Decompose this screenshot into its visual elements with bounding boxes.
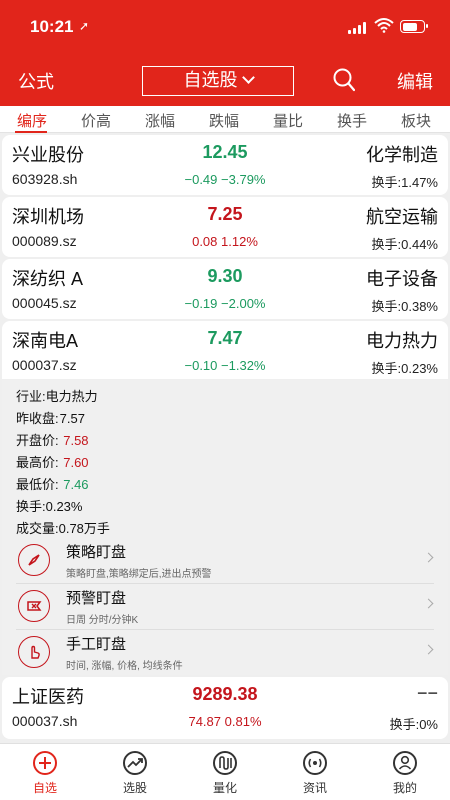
stock-change: 74.87 0.81%	[2, 714, 448, 729]
sort-bar: 编序 价高 涨幅 跌幅 量比 换手 板块	[0, 106, 450, 133]
search-icon[interactable]	[333, 68, 355, 92]
detail-low-value: 7.46	[63, 477, 89, 492]
monitor-title: 策略盯盘	[66, 544, 127, 561]
tab-stock-picker[interactable]: 选股	[90, 744, 180, 800]
tab-label: 自选	[32, 781, 57, 795]
strategy-monitor-item[interactable]: 策略盯盘 策略盯盘,策略绑定后,进出点预警	[16, 538, 434, 582]
sort-tab-loss[interactable]: 跌幅	[192, 110, 256, 131]
plus-circle-icon	[33, 751, 57, 775]
watchlist-selector[interactable]: 自选股	[142, 66, 294, 96]
stock-change-value: −0.10	[184, 358, 218, 373]
monitor-title: 预警盯盘	[66, 590, 127, 607]
detail-prev-close: 昨收盘:7.57	[16, 408, 85, 427]
stock-turnover: 换手:0.23%	[371, 361, 438, 376]
manual-monitor-item[interactable]: 手工盯盘 时间, 涨幅, 价格, 均线条件	[16, 630, 434, 674]
stock-turnover: 换手:0.38%	[371, 299, 438, 314]
detail-industry: 行业:电力热力	[16, 389, 98, 404]
tab-label: 我的	[392, 781, 417, 795]
tab-watchlist[interactable]: 自选	[0, 744, 90, 800]
stock-row[interactable]: 深圳机场 000089.sz 7.25 0.08 1.12% 航空运输 换手:0…	[2, 197, 448, 257]
tab-quant[interactable]: 量化	[180, 744, 270, 800]
status-bar: 10:21 ➚	[0, 0, 450, 50]
stock-sector: −−	[416, 683, 438, 703]
stock-sector: 电力热力	[366, 331, 438, 351]
watchlist-selector-label: 自选股	[183, 70, 238, 90]
stock-sector: 化学制造	[366, 145, 438, 165]
stock-change-value: −0.19	[184, 296, 218, 311]
stock-change-percent: −2.00%	[221, 296, 266, 311]
stock-change-percent: 0.81%	[224, 714, 262, 729]
stock-change-percent: 1.12%	[221, 234, 258, 249]
hand-icon	[18, 636, 50, 668]
detail-high-value: 7.60	[63, 455, 89, 470]
sort-tab-order[interactable]: 编序	[0, 110, 64, 131]
stock-sector: 航空运输	[366, 207, 438, 227]
stock-sector: 电子设备	[366, 269, 438, 289]
stock-change-percent: −3.79%	[221, 172, 266, 187]
tab-news[interactable]: 资讯	[270, 744, 360, 800]
stock-change-percent: −1.32%	[221, 358, 266, 373]
stock-change-value: 74.87	[188, 714, 222, 729]
tab-label: 选股	[122, 781, 147, 795]
sort-tab-turnover[interactable]: 换手	[320, 110, 384, 131]
tab-label: 资讯	[302, 781, 327, 795]
detail-high-label: 最高价:	[16, 455, 63, 470]
stock-turnover: 换手:0.44%	[371, 237, 438, 252]
active-tab-indicator	[15, 131, 47, 133]
sort-tab-gain[interactable]: 涨幅	[128, 110, 192, 131]
monitor-subtitle: 时间, 涨幅, 价格, 均线条件	[66, 661, 183, 672]
stock-turnover: 换手:0%	[389, 717, 438, 732]
detail-prev-close-value: 7.57	[59, 411, 85, 426]
quant-icon	[213, 751, 237, 775]
chevron-right-icon	[423, 644, 434, 655]
detail-low: 最低价: 7.46	[16, 474, 89, 493]
sort-tab-volume-ratio[interactable]: 量比	[256, 110, 320, 131]
tab-label: 量化	[212, 781, 237, 795]
stock-price: 9289.38	[192, 684, 258, 704]
bottom-tab-bar: 自选 选股 量化 资讯 我的	[0, 743, 450, 800]
chevron-down-icon	[241, 71, 255, 84]
detail-turnover: 换手:0.23%	[16, 499, 83, 514]
person-icon	[393, 751, 417, 775]
stock-row[interactable]: 兴业股份 603928.sh 12.45 −0.49 −3.79% 化学制造 换…	[2, 135, 448, 195]
stock-row[interactable]: 深纺织 A 000045.sz 9.30 −0.19 −2.00% 电子设备 换…	[2, 259, 448, 319]
monitor-subtitle: 日周 分时/分钟K	[66, 615, 139, 626]
stock-change-value: −0.49	[184, 172, 218, 187]
cellular-signal-icon	[348, 21, 368, 34]
trend-icon	[123, 751, 147, 775]
status-time: 10:21	[30, 17, 74, 36]
edit-button[interactable]: 编辑	[397, 68, 433, 94]
location-arrow-icon: ➚	[79, 19, 90, 33]
monitor-title: 手工盯盘	[66, 636, 127, 653]
stock-row-expanded[interactable]: 深南电A 000037.sz 7.47 −0.10 −1.32% 电力热力 换手…	[2, 321, 448, 379]
detail-prev-close-label: 昨收盘:	[16, 411, 59, 426]
detail-volume: 成交量:0.78万手	[16, 521, 110, 536]
alert-icon	[18, 590, 50, 622]
monitor-subtitle: 策略盯盘,策略绑定后,进出点预警	[66, 569, 212, 580]
app-header: 10:21 ➚ 公式 自选股 编辑	[0, 0, 450, 106]
detail-low-label: 最低价:	[16, 477, 63, 492]
sort-tab-sector[interactable]: 板块	[384, 110, 448, 131]
chevron-right-icon	[423, 598, 434, 609]
alert-monitor-item[interactable]: 预警盯盘 日周 分时/分钟K	[16, 584, 434, 628]
stock-row[interactable]: 上证医药 000037.sh 9289.38 74.87 0.81% −− 换手…	[2, 677, 448, 739]
detail-open-value: 7.58	[63, 433, 89, 448]
wifi-icon	[374, 18, 394, 33]
broadcast-icon	[303, 751, 327, 775]
detail-open-label: 开盘价:	[16, 433, 63, 448]
detail-high: 最高价: 7.60	[16, 452, 89, 471]
stock-turnover: 换手:1.47%	[371, 175, 438, 190]
stock-detail-panel: 行业:电力热力 昨收盘:7.57 开盘价: 7.58 最高价: 7.60 最低价…	[2, 380, 448, 675]
sort-tab-price[interactable]: 价高	[64, 110, 128, 131]
formula-button[interactable]: 公式	[18, 68, 54, 94]
compass-icon	[18, 544, 50, 576]
stock-change-value: 0.08	[192, 234, 218, 249]
detail-open: 开盘价: 7.58	[16, 430, 89, 449]
battery-icon	[400, 20, 428, 33]
chevron-right-icon	[423, 552, 434, 563]
tab-profile[interactable]: 我的	[360, 744, 450, 800]
